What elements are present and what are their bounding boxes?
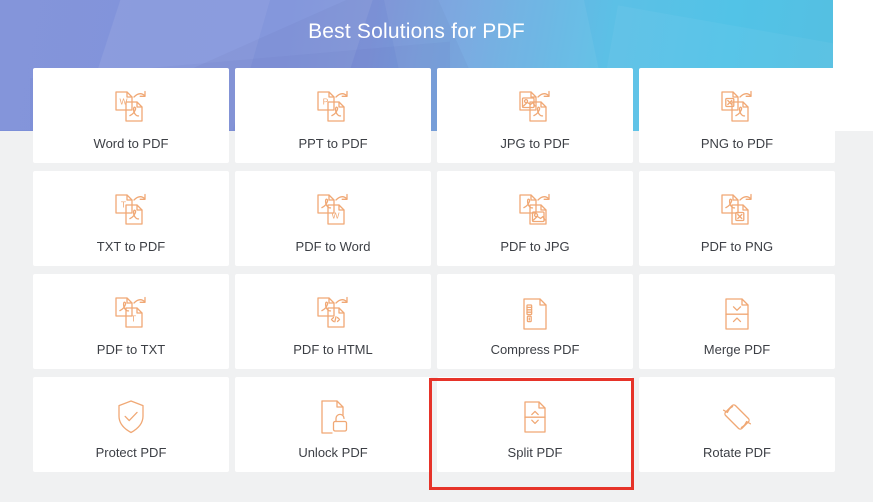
tool-card-label: JPG to PDF — [500, 135, 570, 151]
tool-card-pdf-to-png[interactable]: PDF to PNG — [639, 171, 835, 266]
tool-card-label: TXT to PDF — [96, 238, 166, 254]
svg-text:T: T — [131, 313, 136, 323]
jpg-to-pdf-icon — [515, 82, 555, 128]
split-pdf-icon — [515, 391, 555, 437]
tool-card-pdf-to-txt[interactable]: T PDF to TXT — [33, 274, 229, 369]
tool-card-pdf-to-html[interactable]: PDF to HTML — [235, 274, 431, 369]
pdf-to-txt-icon: T — [111, 288, 151, 334]
pdf-to-html-icon — [313, 288, 353, 334]
tool-card-label: Unlock PDF — [298, 444, 368, 460]
unlock-pdf-icon — [313, 391, 353, 437]
page-root: Best Solutions for PDF W Word to PDF P PPT … — [0, 0, 873, 502]
pdf-to-png-icon — [717, 185, 757, 231]
png-to-pdf-icon — [717, 82, 757, 128]
tool-card-pdf-to-jpg[interactable]: PDF to JPG — [437, 171, 633, 266]
tool-card-label: Split PDF — [507, 444, 563, 460]
page-backdrop-right-margin — [833, 0, 873, 131]
tool-card-ppt-to-pdf[interactable]: P PPT to PDF — [235, 68, 431, 163]
tool-card-label: PDF to HTML — [293, 341, 373, 357]
tool-card-rotate-pdf[interactable]: Rotate PDF — [639, 377, 835, 472]
merge-pdf-icon — [717, 288, 757, 334]
tool-card-label: PNG to PDF — [700, 135, 774, 151]
tool-card-compress-pdf[interactable]: Compress PDF — [437, 274, 633, 369]
tool-card-merge-pdf[interactable]: Merge PDF — [639, 274, 835, 369]
tool-card-label: PDF to PNG — [700, 238, 774, 254]
txt-to-pdf-icon: T — [111, 185, 151, 231]
tool-card-label: PDF to TXT — [96, 341, 166, 357]
tool-card-split-pdf[interactable]: Split PDF — [437, 377, 633, 472]
tool-card-word-to-pdf[interactable]: W Word to PDF — [33, 68, 229, 163]
pdf-to-word-icon: W — [313, 185, 353, 231]
tool-card-label: PPT to PDF — [298, 135, 368, 151]
tool-card-grid: W Word to PDF P PPT to PDF JPG to PDF PNG to … — [33, 68, 836, 472]
word-to-pdf-icon: W — [111, 82, 151, 128]
tool-card-jpg-to-pdf[interactable]: JPG to PDF — [437, 68, 633, 163]
tool-card-pdf-to-word[interactable]: W PDF to Word — [235, 171, 431, 266]
tool-card-png-to-pdf[interactable]: PNG to PDF — [639, 68, 835, 163]
tool-card-label: Word to PDF — [93, 135, 169, 151]
compress-pdf-icon — [515, 288, 555, 334]
ppt-to-pdf-icon: P — [313, 82, 353, 128]
tool-card-label: Merge PDF — [703, 341, 771, 357]
tool-card-label: Compress PDF — [490, 341, 580, 357]
page-title: Best Solutions for PDF — [308, 20, 525, 43]
svg-text:T: T — [121, 199, 126, 209]
svg-text:W: W — [331, 210, 339, 220]
rotate-pdf-icon — [717, 391, 757, 437]
tool-card-label: PDF to Word — [295, 238, 371, 254]
tool-card-txt-to-pdf[interactable]: T TXT to PDF — [33, 171, 229, 266]
protect-pdf-icon — [111, 391, 151, 437]
tool-card-label: Rotate PDF — [703, 444, 771, 460]
tool-card-unlock-pdf[interactable]: Unlock PDF — [235, 377, 431, 472]
pdf-to-jpg-icon — [515, 185, 555, 231]
tool-card-protect-pdf[interactable]: Protect PDF — [33, 377, 229, 472]
tool-card-label: PDF to JPG — [500, 238, 570, 254]
tool-card-label: Protect PDF — [95, 444, 167, 460]
